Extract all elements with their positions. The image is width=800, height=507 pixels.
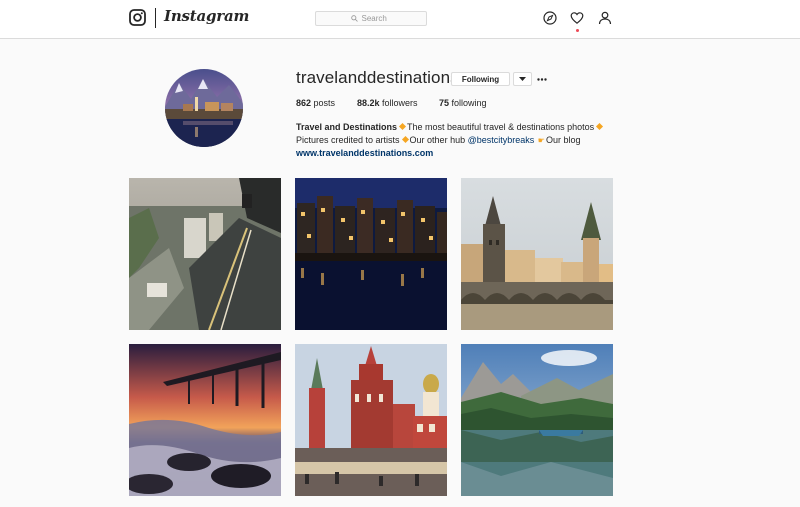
post-image: [295, 344, 447, 496]
bio-text-1: The most beautiful travel & destinations…: [407, 122, 595, 132]
bio-name: Travel and Destinations: [296, 122, 398, 132]
post-image: [461, 178, 613, 330]
search-input[interactable]: [361, 14, 392, 23]
following-button[interactable]: Following: [451, 72, 510, 86]
orange-diamond-icon: [401, 135, 409, 143]
instagram-wordmark[interactable]: Instagram: [164, 7, 249, 25]
post-thumbnail-amsterdam-night[interactable]: [295, 178, 447, 330]
compass-icon[interactable]: [543, 11, 557, 25]
search-icon: [350, 15, 358, 22]
followers-count: 88.2k: [357, 98, 380, 108]
ellipsis-icon: [537, 77, 547, 81]
post-thumbnail-prague-bridge[interactable]: [461, 178, 613, 330]
post-image: [295, 178, 447, 330]
post-thumbnail-alpine-lake[interactable]: [461, 344, 613, 496]
post-image: [129, 344, 281, 496]
person-icon[interactable]: [598, 11, 612, 25]
more-options-button[interactable]: [536, 72, 548, 86]
bio-mention-link[interactable]: @bestcitybreaks: [468, 135, 535, 145]
posts-count: 862: [296, 98, 312, 108]
suggestions-dropdown-button[interactable]: [513, 72, 532, 86]
top-nav-bar: Instagram: [0, 0, 800, 39]
profile-bio: Travel and Destinations The most beautifu…: [296, 121, 604, 160]
notification-dot: [575, 29, 579, 32]
post-image: [129, 178, 281, 330]
following-label: following: [451, 98, 487, 108]
post-thumbnail-red-square[interactable]: [295, 344, 447, 496]
profile-avatar[interactable]: [165, 69, 243, 147]
following-stat[interactable]: 75 following: [439, 98, 487, 108]
post-image: [461, 344, 613, 496]
post-thumbnail-rooftop-city[interactable]: [129, 178, 281, 330]
followers-label: followers: [382, 98, 418, 108]
post-thumbnail-pier-sunset[interactable]: [129, 344, 281, 496]
bio-line-1: Travel and Destinations The most beautifu…: [296, 121, 604, 134]
bio-line-2: Pictures credited to artists Our other hu…: [296, 134, 604, 148]
profile-stats: 862 posts 88.2k followers 75 following: [296, 98, 487, 108]
profile-username: travelanddestinations: [296, 68, 459, 87]
instagram-glyph-icon[interactable]: [129, 9, 146, 26]
following-count: 75: [439, 98, 450, 108]
search-box[interactable]: [315, 11, 427, 26]
orange-diamond-icon: [596, 122, 604, 131]
posts-stat: 862 posts: [296, 98, 357, 108]
logo-divider: [155, 8, 156, 28]
followers-stat[interactable]: 88.2k followers: [357, 98, 439, 108]
bio-text-2c: Our blog: [545, 134, 581, 145]
heart-icon[interactable]: [570, 11, 584, 25]
bio-text-2a: Pictures credited to artists: [296, 134, 400, 145]
orange-diamond-icon: [398, 122, 407, 131]
bio-text-2b: Our other hub: [409, 134, 466, 145]
caret-down-icon: [519, 76, 526, 81]
posts-label: posts: [313, 98, 336, 108]
pointing-hand-icon: ☛: [537, 135, 545, 145]
website-link[interactable]: www.travelanddestinations.com: [296, 148, 433, 158]
